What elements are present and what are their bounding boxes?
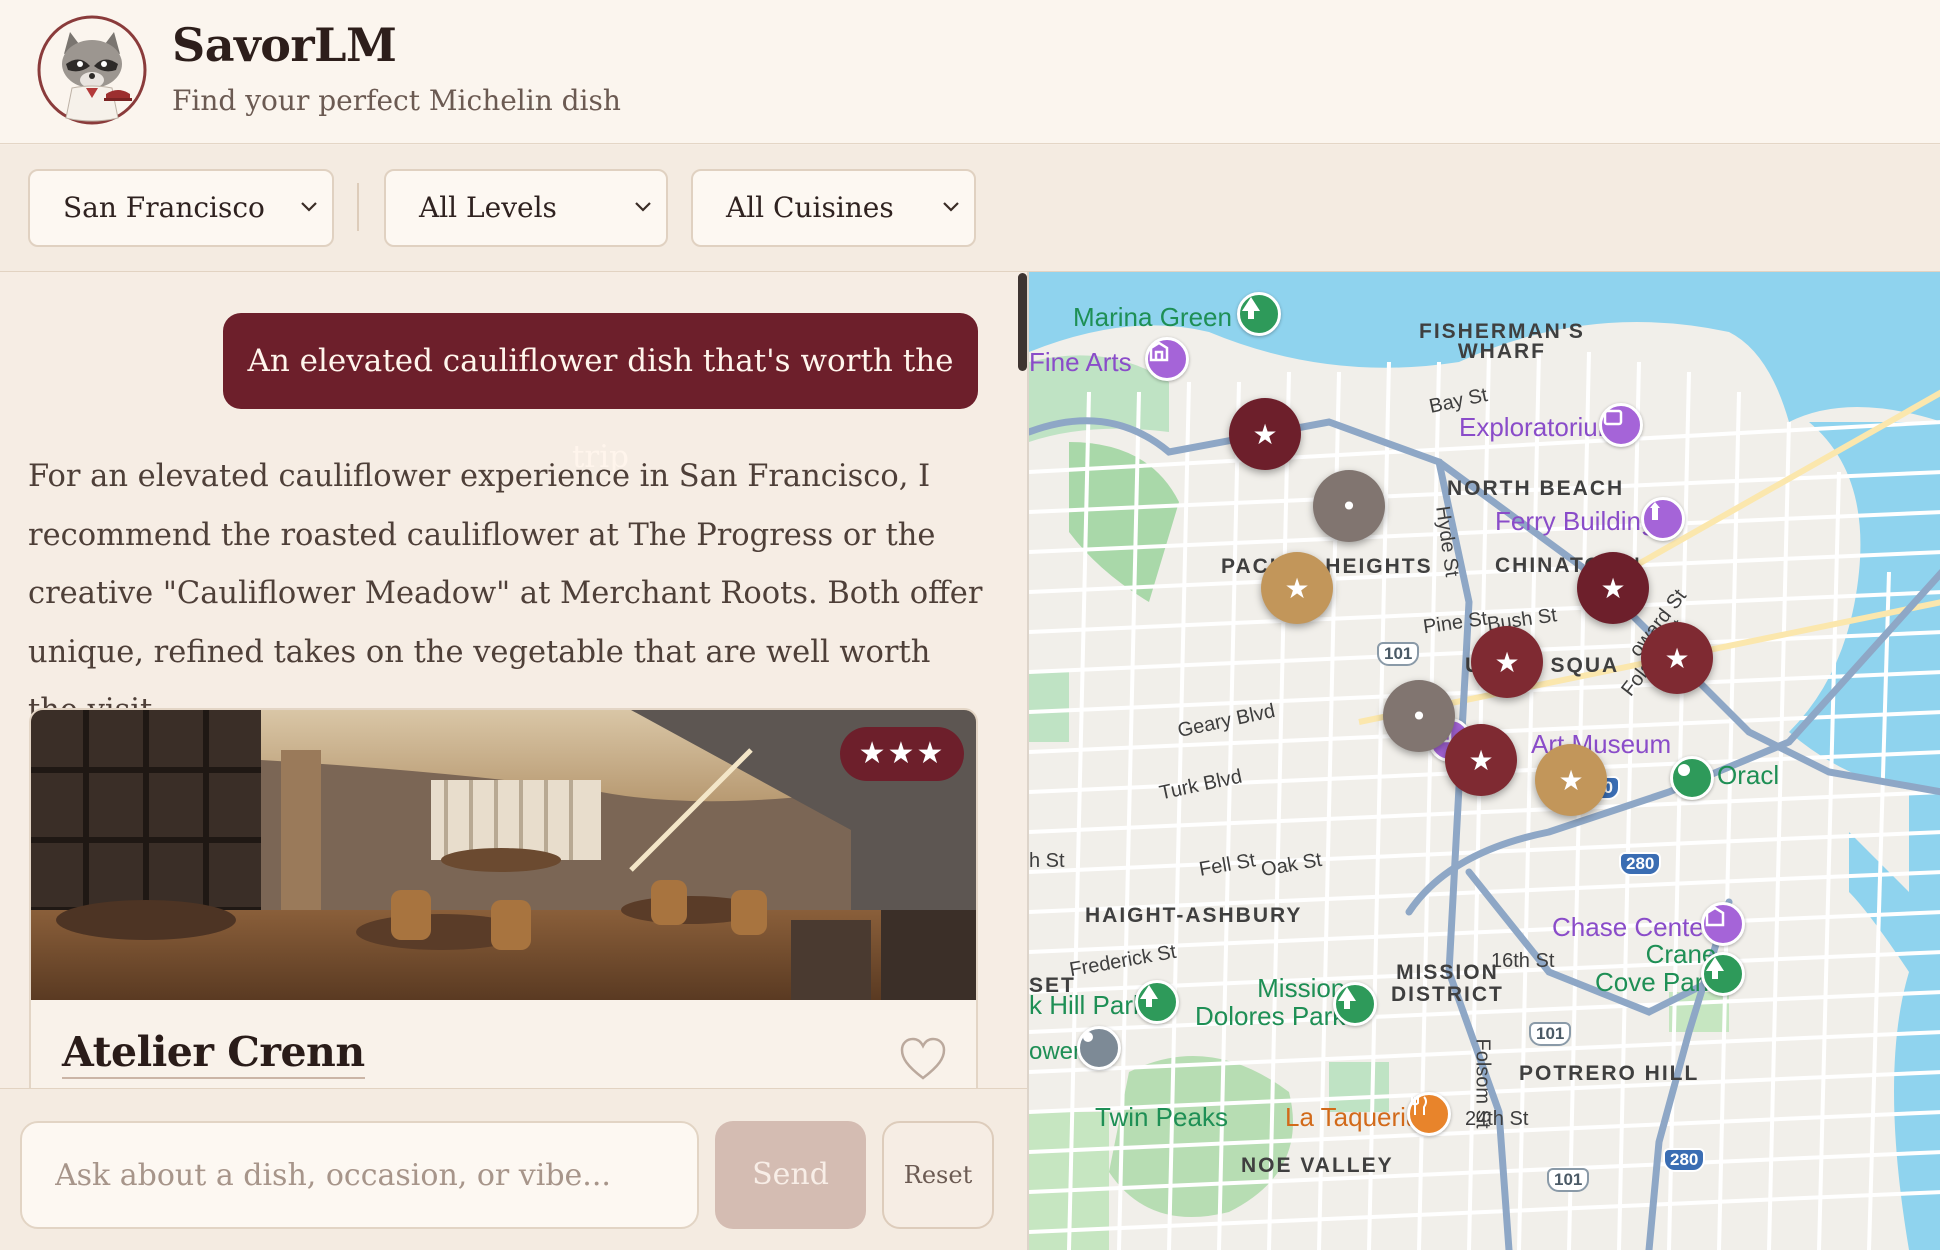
- museum-icon[interactable]: [1145, 337, 1189, 381]
- reset-button[interactable]: Reset: [882, 1121, 994, 1229]
- assistant-reply: For an elevated cauliflower experience i…: [28, 459, 983, 728]
- park-icon[interactable]: [1237, 292, 1281, 336]
- filter-bar: San Francisco All Levels All Cuisines: [0, 145, 1940, 272]
- restaurant-map-marker[interactable]: •: [1383, 680, 1455, 752]
- district-label-mission: MISSION DISTRICT: [1391, 961, 1504, 1006]
- raccoon-chef-logo[interactable]: [36, 14, 148, 126]
- restaurant-map-marker[interactable]: ★: [1445, 724, 1517, 796]
- chevron-down-icon: [943, 202, 959, 212]
- district-label-haight-ashbury: HAIGHT-ASHBURY: [1085, 904, 1303, 927]
- place-label-ferry-building: Ferry Building: [1495, 506, 1656, 536]
- highway-shield-i280: 280: [1619, 852, 1662, 876]
- chevron-down-icon: [635, 202, 651, 212]
- highway-shield-i280: 280: [1663, 1148, 1706, 1172]
- restaurant-photo: [31, 710, 976, 1000]
- place-label-la-taqueria: La Taqueria: [1285, 1102, 1421, 1132]
- park-icon[interactable]: [1701, 952, 1745, 996]
- place-label-fine-arts: Fine Arts: [1029, 347, 1132, 377]
- restaurant-icon[interactable]: [1407, 1092, 1451, 1136]
- place-label-marina-green: Marina Green: [1073, 302, 1232, 332]
- restaurant-card[interactable]: ★★★ Atelier Crenn: [29, 708, 978, 1088]
- street-label-24th: 24th St: [1465, 1108, 1529, 1130]
- highway-shield-us101: 101: [1529, 1022, 1572, 1046]
- filter-divider: [357, 183, 359, 231]
- street-label-16th: 16th St: [1491, 950, 1555, 972]
- restaurant-map-marker[interactable]: ★: [1261, 552, 1333, 624]
- street-label-h-st: h St: [1029, 850, 1065, 872]
- place-label-twin-peaks: Twin Peaks: [1095, 1102, 1228, 1132]
- place-label-tower: ower: [1029, 1038, 1082, 1065]
- restaurant-map-marker[interactable]: ★: [1577, 552, 1649, 624]
- museum-icon[interactable]: [1599, 403, 1643, 447]
- chat-input[interactable]: [20, 1121, 699, 1229]
- restaurant-map-marker[interactable]: ★: [1471, 626, 1543, 698]
- app-header: SavorLM Find your perfect Michelin dish: [0, 0, 1940, 144]
- place-label-exploratorium: Exploratorium: [1459, 412, 1620, 442]
- chevron-down-icon: [301, 202, 317, 212]
- place-label-hill-park: k Hill Park: [1029, 990, 1147, 1020]
- michelin-stars-badge: ★★★: [840, 727, 964, 781]
- restaurant-map-marker[interactable]: •: [1313, 470, 1385, 542]
- brand-tagline: Find your perfect Michelin dish: [172, 84, 621, 117]
- district-label-potrero-hill: POTRERO HILL: [1519, 1062, 1700, 1085]
- level-select[interactable]: All Levels: [384, 169, 668, 247]
- viewpoint-icon[interactable]: [1077, 1026, 1121, 1070]
- park-icon[interactable]: [1670, 756, 1714, 800]
- highway-shield-us101: 101: [1547, 1168, 1590, 1192]
- highway-shield-us101: 101: [1377, 642, 1420, 666]
- place-label-crane-cove: Crane Cove Park: [1595, 939, 1717, 997]
- map-panel[interactable]: Marina Green Fine Arts FISHERMAN'S WHARF…: [1027, 272, 1940, 1250]
- place-label-oracle: Oracl: [1717, 760, 1780, 790]
- restaurant-map-marker[interactable]: ★: [1229, 398, 1301, 470]
- level-select-value: All Levels: [419, 191, 557, 224]
- heart-icon[interactable]: [899, 1036, 947, 1082]
- cuisine-select[interactable]: All Cuisines: [691, 169, 976, 247]
- place-label-mission-dolores: Mission Dolores Park: [1195, 973, 1346, 1031]
- landmark-icon[interactable]: [1641, 497, 1685, 541]
- restaurant-map-marker[interactable]: ★: [1535, 744, 1607, 816]
- chat-panel[interactable]: An elevated cauliflower dish that's wort…: [0, 272, 1027, 1088]
- restaurant-name[interactable]: Atelier Crenn: [62, 1028, 365, 1079]
- send-button[interactable]: Send: [715, 1121, 866, 1229]
- district-label-north-beach: NORTH BEACH: [1447, 477, 1625, 500]
- park-icon[interactable]: [1333, 982, 1377, 1026]
- chat-composer: Send Reset: [0, 1088, 1027, 1250]
- user-message-bubble: An elevated cauliflower dish that's wort…: [223, 313, 978, 475]
- cuisine-select-value: All Cuisines: [726, 191, 894, 224]
- city-select-value: San Francisco: [63, 191, 265, 224]
- restaurant-map-marker[interactable]: ★: [1641, 622, 1713, 694]
- chat-scrollbar[interactable]: [1018, 273, 1027, 371]
- city-select[interactable]: San Francisco: [28, 169, 334, 247]
- district-label-fishermans-wharf: FISHERMAN'S WHARF: [1419, 320, 1585, 363]
- district-label-noe-valley: NOE VALLEY: [1241, 1154, 1394, 1177]
- park-icon[interactable]: [1135, 980, 1179, 1024]
- brand-name: SavorLM: [172, 18, 397, 72]
